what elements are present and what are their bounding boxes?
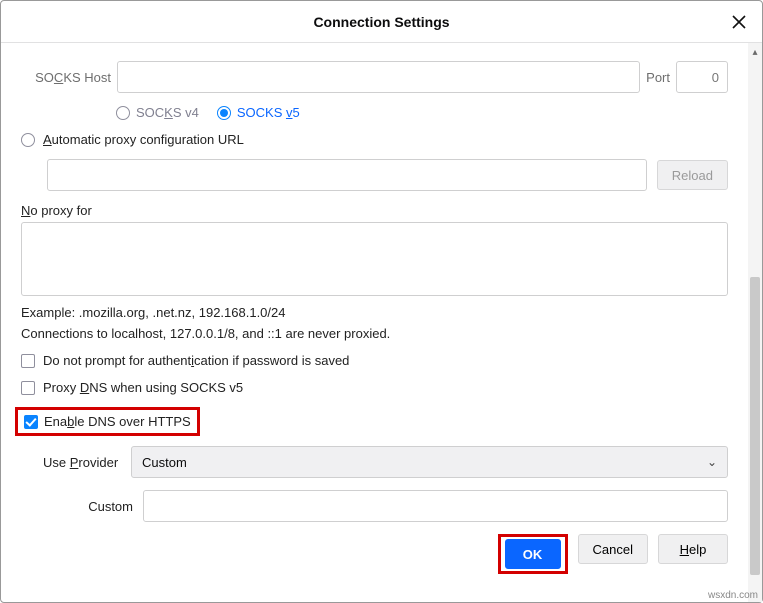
proxy-dns-label: Proxy DNS when using SOCKS v5 xyxy=(43,380,243,395)
checkbox-proxy-dns[interactable] xyxy=(21,381,35,395)
close-icon xyxy=(732,15,746,29)
titlebar: Connection Settings xyxy=(1,1,762,43)
watermark: wsxdn.com xyxy=(708,590,758,601)
radio-auto-url[interactable] xyxy=(21,133,35,147)
provider-value: Custom xyxy=(142,455,187,470)
scroll-thumb[interactable] xyxy=(750,277,760,575)
port-label: Port xyxy=(646,70,670,85)
dialog-title: Connection Settings xyxy=(313,14,449,30)
socks-v5-option[interactable]: SOCKS v5 xyxy=(217,105,300,120)
scrollbar[interactable]: ▴ xyxy=(748,43,762,602)
reload-button[interactable]: Reload xyxy=(657,160,728,190)
scroll-content: SOCKS Host Port SOCKS v4 SOCKS v5 A xyxy=(1,43,748,602)
no-prompt-label: Do not prompt for authentication if pass… xyxy=(43,353,349,368)
ok-highlight: OK xyxy=(498,534,568,574)
enable-doh-label: Enable DNS over HTTPS xyxy=(44,414,191,429)
connection-settings-dialog: Connection Settings SOCKS Host Port SOCK… xyxy=(0,0,763,603)
ok-button[interactable]: OK xyxy=(505,539,561,569)
scroll-track[interactable] xyxy=(748,61,762,602)
enable-doh-highlight: Enable DNS over HTTPS xyxy=(15,407,200,436)
no-proxy-textarea[interactable] xyxy=(21,222,728,296)
no-proxy-note: Connections to localhost, 127.0.0.1/8, a… xyxy=(21,326,728,341)
auto-url-label: Automatic proxy configuration URL xyxy=(43,132,244,147)
cancel-button[interactable]: Cancel xyxy=(578,534,648,564)
checkbox-enable-doh[interactable] xyxy=(24,415,38,429)
checkbox-no-prompt[interactable] xyxy=(21,354,35,368)
socks-host-input[interactable] xyxy=(117,61,640,93)
no-proxy-label: No proxy for xyxy=(21,203,728,218)
socks-v4-option[interactable]: SOCKS v4 xyxy=(116,105,199,120)
chevron-down-icon: ⌄ xyxy=(707,455,717,469)
socks-port-input[interactable] xyxy=(676,61,728,93)
scroll-up-icon[interactable]: ▴ xyxy=(748,43,762,61)
auto-url-input[interactable] xyxy=(47,159,647,191)
provider-label: Use Provider xyxy=(43,455,121,470)
radio-socks-v4 xyxy=(116,106,130,120)
help-button[interactable]: Help xyxy=(658,534,728,564)
no-proxy-example: Example: .mozilla.org, .net.nz, 192.168.… xyxy=(21,305,728,320)
socks-host-label: SOCKS Host xyxy=(21,70,111,85)
custom-label: Custom xyxy=(43,499,133,514)
provider-select[interactable]: Custom ⌄ xyxy=(131,446,728,478)
custom-input[interactable] xyxy=(143,490,728,522)
close-button[interactable] xyxy=(726,9,752,35)
radio-socks-v5 xyxy=(217,106,231,120)
